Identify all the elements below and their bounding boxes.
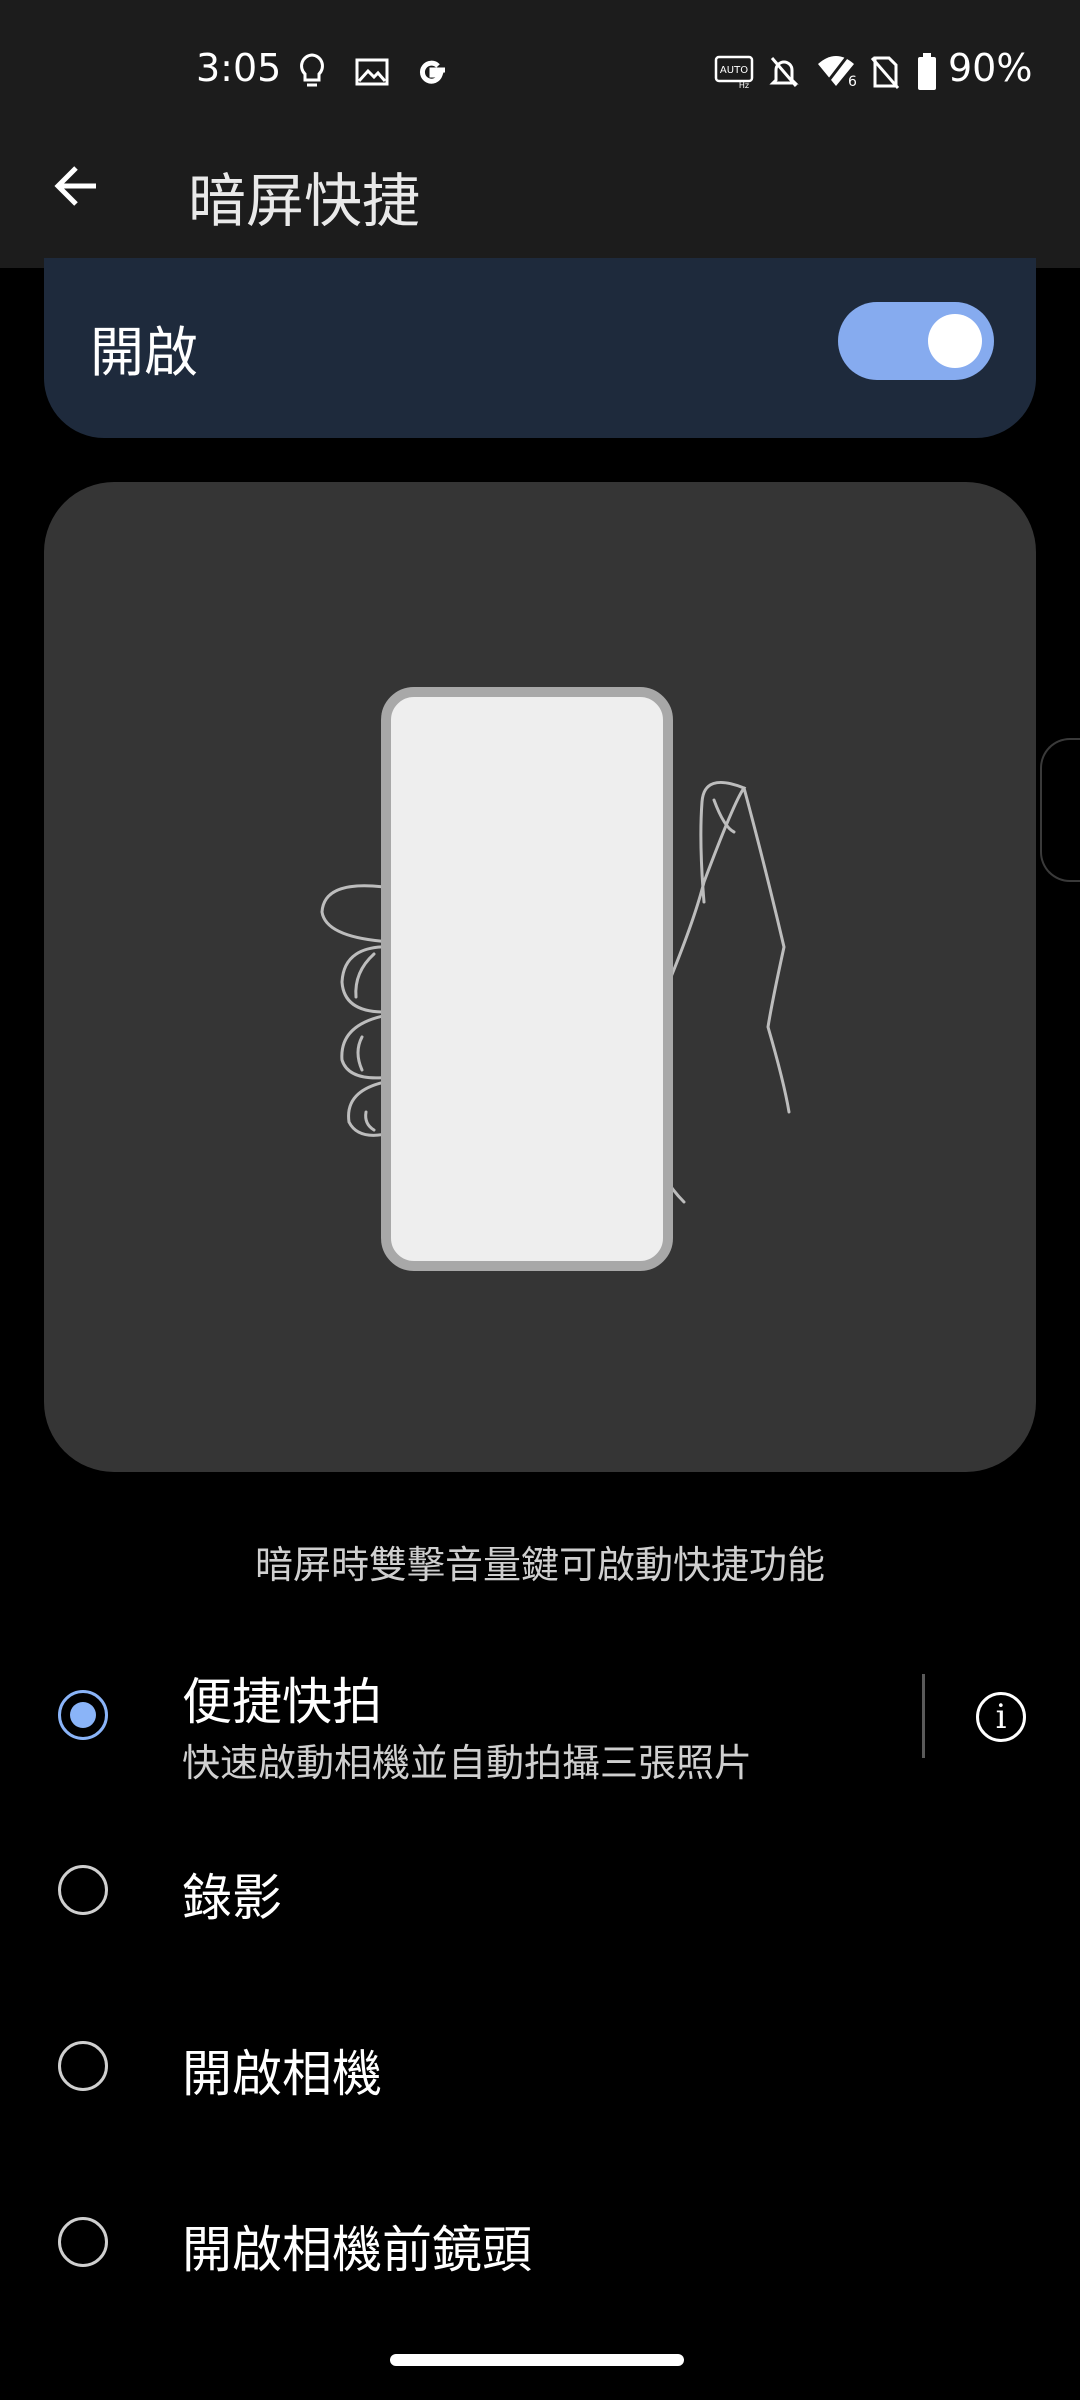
radio-quick-snap[interactable] bbox=[58, 1690, 108, 1740]
gesture-illustration bbox=[44, 482, 1036, 1472]
battery-percent: 90% bbox=[948, 46, 1033, 90]
main-toggle-card[interactable]: 開啟 bbox=[44, 258, 1036, 438]
hz-label: Hz bbox=[739, 81, 749, 89]
app-bar bbox=[0, 148, 1080, 268]
description-caption: 暗屏時雙擊音量鍵可啟動快捷功能 bbox=[254, 1543, 825, 1587]
home-indicator[interactable] bbox=[390, 2354, 684, 2366]
option-title: 開啟相機 bbox=[182, 2045, 382, 2103]
option-open-camera[interactable]: 開啟相機 bbox=[0, 1996, 1080, 2146]
lightbulb-icon bbox=[292, 52, 332, 92]
auto-label: AUTO bbox=[720, 65, 748, 76]
status-time: 3:05 bbox=[196, 46, 282, 90]
radio-open-front-camera[interactable] bbox=[58, 2217, 108, 2267]
image-icon bbox=[352, 52, 392, 92]
option-title: 錄影 bbox=[182, 1869, 282, 1927]
no-sim-icon bbox=[868, 52, 902, 92]
wifi-badge: 6 bbox=[848, 74, 856, 90]
wifi-icon: 6 bbox=[816, 52, 856, 92]
option-title: 便捷快拍 bbox=[182, 1673, 382, 1731]
back-button[interactable] bbox=[40, 150, 112, 222]
auto-hz-icon: AUTO Hz bbox=[714, 52, 754, 92]
option-record-video[interactable]: 錄影 bbox=[0, 1820, 1080, 1970]
toggle-label: 開啟 bbox=[90, 321, 198, 384]
battery-icon bbox=[912, 52, 942, 92]
option-subtitle: 快速啟動相機並自動拍攝三張照片 bbox=[182, 1741, 753, 1785]
side-handle[interactable] bbox=[1040, 738, 1080, 882]
enable-switch[interactable] bbox=[838, 302, 994, 380]
divider bbox=[922, 1674, 925, 1758]
info-icon: i bbox=[995, 1697, 1007, 1737]
radio-record-video[interactable] bbox=[58, 1865, 108, 1915]
google-icon bbox=[410, 52, 454, 92]
hand-holding-phone-illustration bbox=[320, 687, 791, 1271]
radio-open-camera[interactable] bbox=[58, 2041, 108, 2091]
option-quick-snap[interactable]: 便捷快拍 快速啟動相機並自動拍攝三張照片 i bbox=[0, 1646, 1080, 1796]
info-button[interactable]: i bbox=[976, 1692, 1026, 1742]
arrow-left-icon bbox=[54, 166, 96, 206]
option-open-front-camera[interactable]: 開啟相機前鏡頭 bbox=[0, 2172, 1080, 2322]
bell-off-icon bbox=[766, 52, 802, 92]
status-bar: 3:05 AUTO Hz 6 90% bbox=[0, 0, 1080, 148]
switch-knob bbox=[928, 314, 982, 368]
page-title: 暗屏快捷 bbox=[188, 167, 421, 235]
option-title: 開啟相機前鏡頭 bbox=[182, 2221, 532, 2279]
